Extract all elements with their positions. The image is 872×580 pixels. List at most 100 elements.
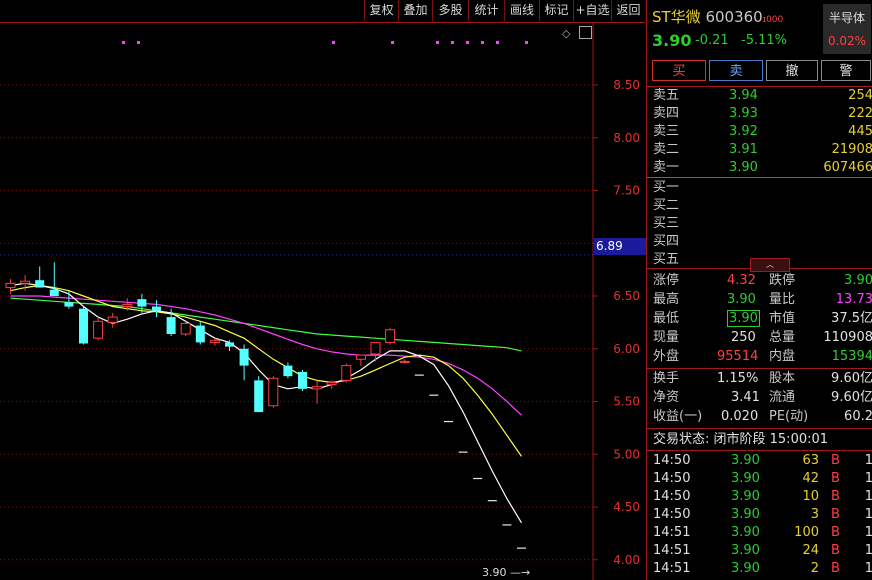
sector-change: 0.02% <box>827 34 867 48</box>
stock-name: ST华微 <box>652 8 701 26</box>
bid-row-1[interactable]: 买一 <box>647 179 872 197</box>
last-price-marker: 3.90 —→ <box>482 566 530 579</box>
mark-button[interactable]: 标记 <box>539 0 573 21</box>
collapse-chevron-icon[interactable]: ︿ <box>750 258 790 272</box>
ask-volume: 607466 <box>823 160 872 175</box>
price-tick-label: 5.50 <box>613 395 640 409</box>
back-button[interactable]: 返回 <box>611 0 645 21</box>
multi-stock-button[interactable]: 多股 <box>432 0 468 21</box>
window-toggle-icon[interactable] <box>579 26 592 39</box>
turnover-label: 换手 <box>653 371 680 386</box>
status-row: 交易状态: 闭市阶段 15:00:01 <box>647 431 872 449</box>
net-asset-label: 净资 <box>653 390 680 405</box>
total-vol-value: 110908 <box>823 330 872 345</box>
tick-row: 14:51 3.90 100 B 1 <box>647 524 872 542</box>
tick-extra: 1 <box>864 543 872 558</box>
candle-body <box>137 299 147 307</box>
candle-body <box>107 316 118 323</box>
trade-status: 交易状态: 闭市阶段 15:00:01 <box>653 432 829 447</box>
tick-price: 3.90 <box>731 471 760 486</box>
quote-panel: ST华微 600360ɪ000 半导体 0.02% 3.90 -0.21 -5.… <box>646 0 872 580</box>
limit-up-value: 4.32 <box>727 273 756 288</box>
candle-body <box>5 282 16 289</box>
stock-code: 600360 <box>705 8 763 26</box>
eps-value: 0.020 <box>721 409 759 424</box>
limit-up-label: 涨停 <box>653 273 680 288</box>
high-label: 最高 <box>653 292 680 307</box>
ask-volume: 254 <box>848 88 872 103</box>
add-watchlist-button[interactable]: +自选 <box>573 0 611 21</box>
diamond-icon[interactable]: ◇ <box>562 27 570 40</box>
ask-row-3[interactable]: 卖三 3.92 445 <box>647 123 872 141</box>
tick-row: 14:51 3.90 24 B 1 <box>647 542 872 560</box>
ask-row-5[interactable]: 卖五 3.94 254 <box>647 87 872 105</box>
alert-button[interactable]: 警 <box>821 60 871 81</box>
candle-body <box>254 380 264 413</box>
ask-label: 卖五 <box>653 88 680 103</box>
price-tick-label: 4.50 <box>613 500 640 514</box>
statistics-button[interactable]: 统计 <box>468 0 504 21</box>
high-value: 3.90 <box>727 292 756 307</box>
tick-time: 14:51 <box>653 561 691 576</box>
vol-ratio-label: 量比 <box>769 292 796 307</box>
tick-time: 14:50 <box>653 507 691 522</box>
capital-value: 9.60亿 <box>831 371 872 386</box>
sell-button[interactable]: 卖 <box>709 60 763 81</box>
chart-toolbar: 复权 叠加 多股 统计 画线 标记 +自选 返回 <box>0 0 645 23</box>
buy-button[interactable]: 买 <box>652 60 706 81</box>
ask-row-2[interactable]: 卖二 3.91 21908 <box>647 141 872 159</box>
inner-label: 内盘 <box>769 349 796 364</box>
signal-dot <box>137 41 140 44</box>
tick-row: 14:50 3.90 10 B 1 <box>647 488 872 506</box>
candle-body <box>35 280 45 288</box>
stats-row: 最低 3.90 市值 37.5亿 <box>647 310 872 328</box>
stats-row: 涨停 4.32 跌停 3.90 <box>647 272 872 290</box>
tick-vol: 42 <box>802 471 819 486</box>
bid-row-4[interactable]: 买四 <box>647 233 872 251</box>
candle-body <box>283 365 293 377</box>
stock-flag: ɪ000 <box>762 15 784 25</box>
ask-row-4[interactable]: 卖四 3.93 222 <box>647 105 872 123</box>
cancel-order-button[interactable]: 撤 <box>766 60 818 81</box>
tick-side: B <box>831 453 840 468</box>
ask-volume: 445 <box>848 124 872 139</box>
candle-body <box>166 317 176 334</box>
signal-dot <box>451 41 454 44</box>
stats-row: 收益(一) 0.020 PE(动) 60.2 <box>647 408 872 426</box>
low-label: 最低 <box>653 311 680 326</box>
divider <box>647 368 872 369</box>
overlay-button[interactable]: 叠加 <box>398 0 432 21</box>
price-tick-label: 8.00 <box>613 131 640 145</box>
candle-body <box>195 325 205 343</box>
tick-extra: 1 <box>864 525 872 540</box>
candle-body <box>180 322 191 335</box>
tick-time: 14:50 <box>653 489 691 504</box>
draw-line-button[interactable]: 画线 <box>504 0 539 21</box>
candle-body <box>268 377 279 407</box>
outer-label: 外盘 <box>653 349 680 364</box>
tick-vol: 3 <box>810 507 819 522</box>
total-vol-label: 总量 <box>769 330 796 345</box>
ask-row-1[interactable]: 卖一 3.90 607466 <box>647 159 872 177</box>
bid-row-2[interactable]: 买二 <box>647 197 872 215</box>
tick-price: 3.90 <box>731 489 760 504</box>
ask-label: 卖二 <box>653 142 680 157</box>
candle-body <box>49 289 59 296</box>
tick-vol: 24 <box>802 543 819 558</box>
candle-body <box>239 348 249 366</box>
current-price-tag: 6.89 <box>594 238 646 255</box>
float-value: 9.60亿 <box>831 390 872 405</box>
ask-label: 卖一 <box>653 160 680 175</box>
signal-dot <box>466 41 469 44</box>
kline-chart[interactable]: 8.508.007.507.006.506.005.505.004.504.00… <box>0 22 646 580</box>
candle-body <box>209 339 220 343</box>
pe-label: PE(动) <box>769 409 809 424</box>
tick-side: B <box>831 489 840 504</box>
sector-box[interactable]: 半导体 0.02% <box>823 4 871 54</box>
candle-body <box>312 386 323 390</box>
tick-row: 14:50 3.90 63 B 1 <box>647 452 872 470</box>
bid-row-3[interactable]: 买三 <box>647 215 872 233</box>
restore-rights-button[interactable]: 复权 <box>364 0 398 21</box>
tick-side: B <box>831 525 840 540</box>
bid-label: 买五 <box>653 252 680 267</box>
